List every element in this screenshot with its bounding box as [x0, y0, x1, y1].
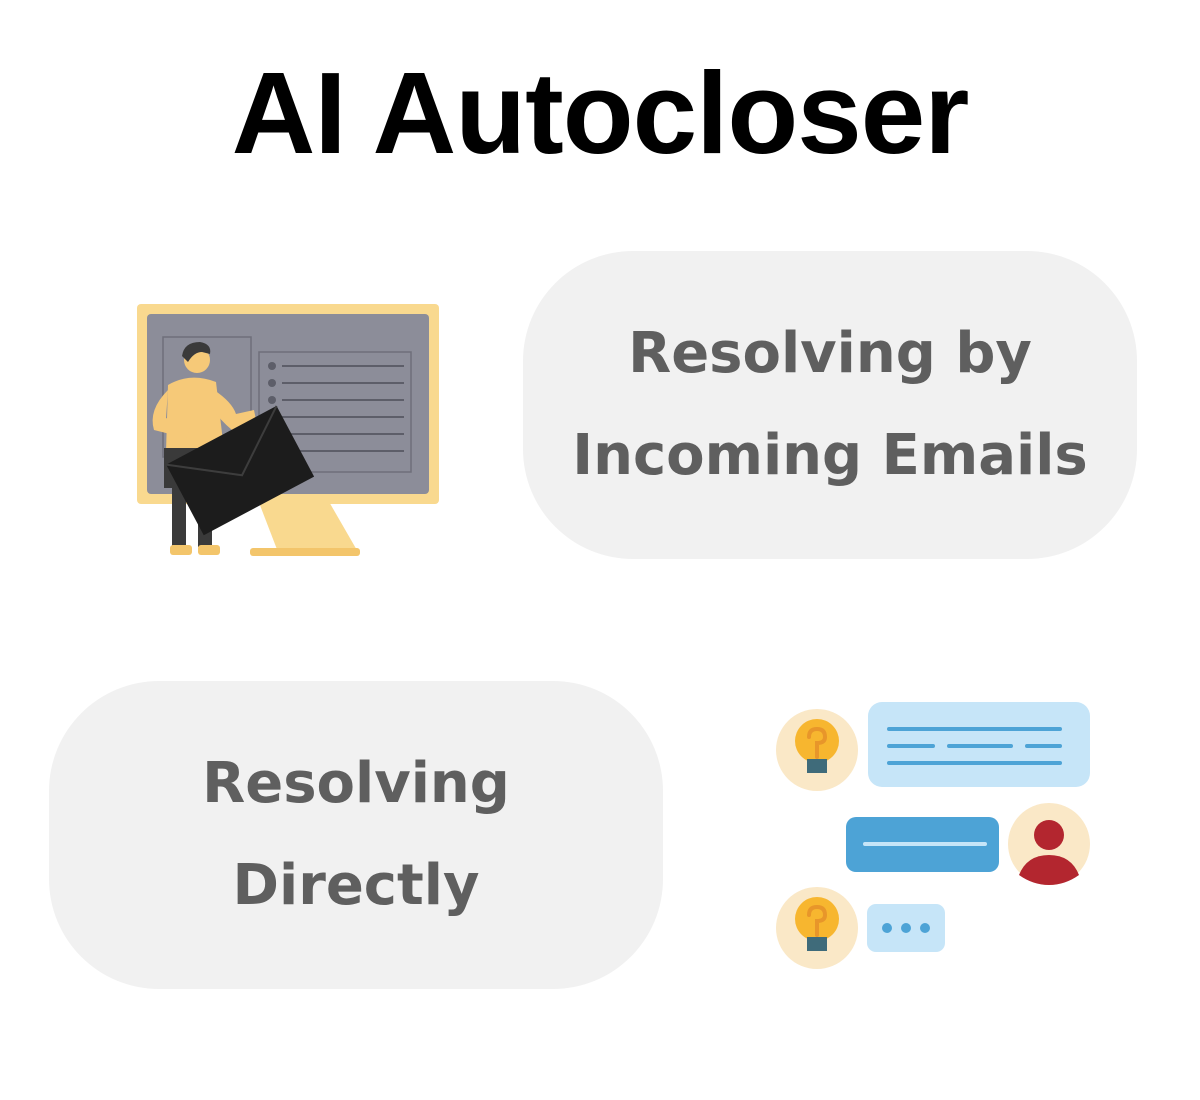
card-resolving-directly: Resolving Directly [49, 681, 663, 989]
chat-conversation-icon [776, 702, 1090, 969]
card-line: Directly [232, 853, 480, 918]
user-avatar-icon [1008, 803, 1090, 885]
page-title: AI Autocloser [231, 48, 970, 178]
card-line: Resolving by [628, 321, 1032, 386]
card-line: Resolving [202, 751, 510, 816]
lightbulb-icon [776, 709, 858, 791]
person-with-envelope-at-monitor-icon [137, 304, 439, 556]
lightbulb-icon [776, 887, 858, 969]
card-resolving-by-incoming-emails: Resolving by Incoming Emails [523, 251, 1137, 559]
card-line: Incoming Emails [572, 423, 1088, 488]
